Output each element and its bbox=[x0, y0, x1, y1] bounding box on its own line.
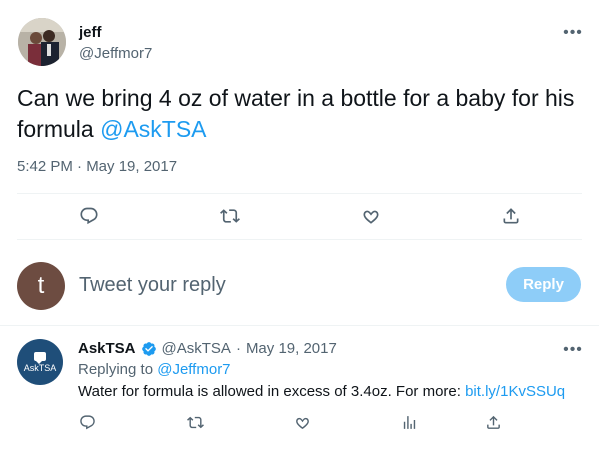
verified-badge-icon bbox=[141, 341, 156, 356]
reply-date[interactable]: May 19, 2017 bbox=[246, 340, 337, 357]
tweet-text: Can we bring 4 oz of water in a bottle f… bbox=[17, 83, 577, 145]
retweet-icon[interactable] bbox=[218, 204, 242, 228]
reply-body: Water for formula is allowed in excess o… bbox=[78, 383, 466, 400]
asktsa-avatar[interactable]: AskTSA bbox=[17, 339, 63, 385]
mention-link[interactable]: @AskTSA bbox=[100, 116, 206, 142]
author-name[interactable]: jeff bbox=[79, 24, 102, 41]
jeff-avatar[interactable] bbox=[18, 18, 66, 66]
replying-to: Replying to @Jeffmor7 bbox=[78, 361, 231, 378]
reply-text: Water for formula is allowed in excess o… bbox=[78, 383, 565, 400]
like-icon[interactable] bbox=[359, 204, 383, 228]
ellipsis-icon[interactable]: ••• bbox=[560, 20, 586, 46]
main-tweet: jeff @Jeffmor7 ••• Can we bring 4 oz of … bbox=[0, 0, 599, 326]
share-icon[interactable] bbox=[499, 204, 523, 228]
reply-input[interactable]: Tweet your reply bbox=[79, 274, 226, 297]
reply-tweet[interactable]: AskTSA AskTSA @AskTSA · May 19, 2017 •••… bbox=[0, 327, 599, 450]
avatar-logo-text: AskTSA bbox=[23, 362, 57, 373]
current-user-avatar[interactable]: t bbox=[17, 262, 65, 310]
tweet-timestamp[interactable]: 5:42 PM · May 19, 2017 bbox=[17, 158, 177, 175]
reply-action-row bbox=[0, 412, 599, 436]
divider bbox=[17, 193, 582, 194]
analytics-icon[interactable] bbox=[399, 412, 419, 432]
ellipsis-icon[interactable]: ••• bbox=[560, 337, 586, 363]
share-icon[interactable] bbox=[483, 412, 503, 432]
retweet-icon[interactable] bbox=[185, 412, 205, 432]
action-row bbox=[0, 196, 599, 236]
divider bbox=[17, 239, 582, 240]
reply-icon[interactable] bbox=[77, 412, 97, 432]
chat-bubble-icon bbox=[34, 351, 46, 364]
reply-author-handle[interactable]: @AskTSA bbox=[162, 340, 231, 357]
author-handle[interactable]: @Jeffmor7 bbox=[79, 45, 152, 62]
reply-author-name[interactable]: AskTSA bbox=[78, 340, 136, 357]
divider bbox=[0, 325, 599, 326]
like-icon[interactable] bbox=[292, 412, 312, 432]
separator: · bbox=[235, 340, 241, 357]
replying-to-label: Replying to bbox=[78, 361, 158, 378]
replying-to-mention[interactable]: @Jeffmor7 bbox=[157, 361, 230, 378]
reply-header: AskTSA @AskTSA · May 19, 2017 bbox=[78, 340, 337, 357]
reply-button[interactable]: Reply bbox=[506, 267, 581, 302]
reply-link[interactable]: bit.ly/1KvSSUq bbox=[465, 383, 565, 400]
reply-icon[interactable] bbox=[77, 204, 101, 228]
